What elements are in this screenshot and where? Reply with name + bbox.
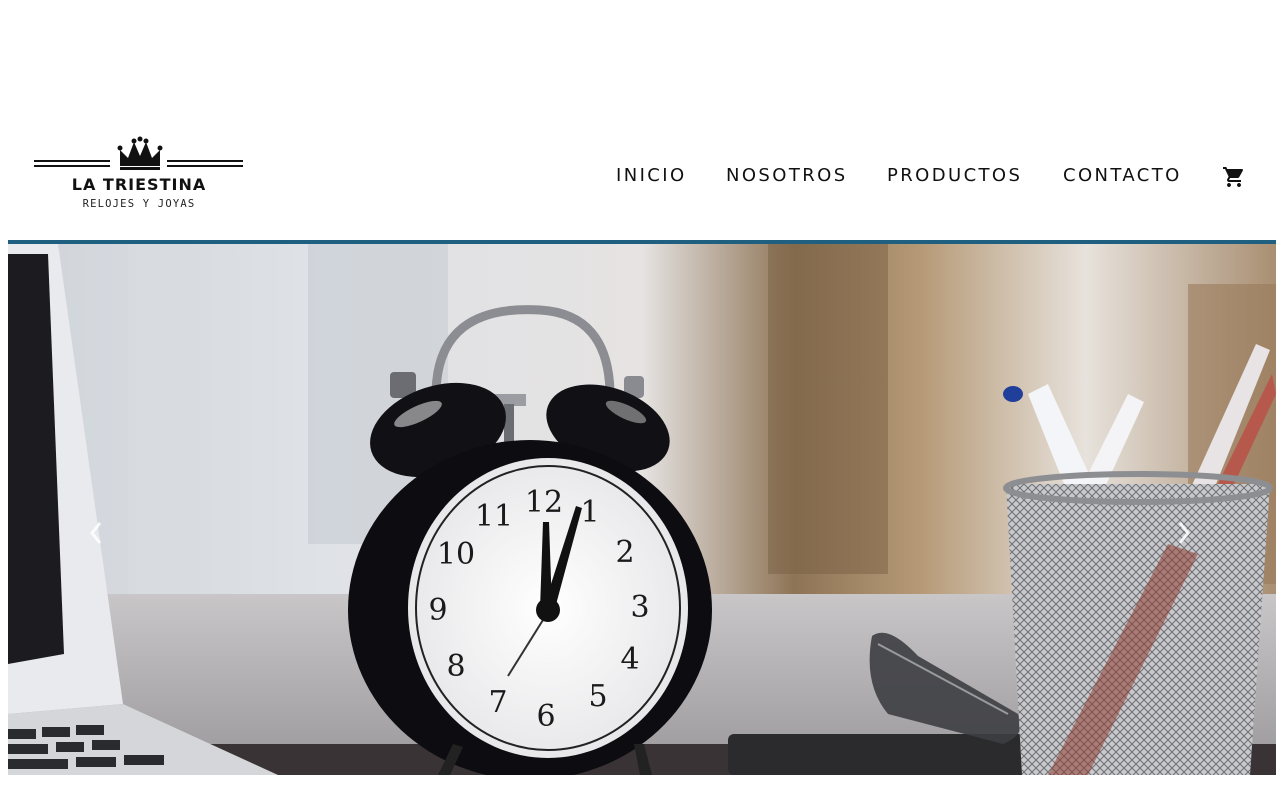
main-nav: INICIO NOSOTROS PRODUCTOS CONTACTO (0, 164, 1280, 188)
svg-text:12: 12 (525, 485, 563, 520)
logo-rule-right-1 (167, 160, 243, 162)
chevron-right-icon[interactable] (1172, 515, 1196, 551)
svg-text:1: 1 (580, 495, 599, 530)
hero-image: 12 1 2 3 4 5 6 7 8 9 10 11 (8, 244, 1276, 775)
svg-text:9: 9 (428, 593, 447, 628)
svg-text:4: 4 (620, 642, 639, 677)
site-header: LA TRIESTINA RELOJES Y JOYAS INICIO NOSO… (0, 0, 1280, 240)
hero-slider[interactable]: 12 1 2 3 4 5 6 7 8 9 10 11 (8, 240, 1276, 775)
logo-rule-left-1 (34, 160, 110, 162)
chevron-left-icon[interactable] (84, 515, 108, 551)
svg-text:7: 7 (488, 685, 507, 720)
svg-text:5: 5 (588, 679, 607, 714)
svg-text:10: 10 (437, 537, 475, 572)
nav-item-productos[interactable]: PRODUCTOS (887, 164, 1022, 188)
shopping-cart-icon[interactable] (1222, 165, 1246, 189)
nav-item-contacto[interactable]: CONTACTO (1063, 164, 1182, 188)
brand-tagline: RELOJES Y JOYAS (82, 198, 196, 210)
svg-text:3: 3 (630, 590, 649, 625)
svg-text:11: 11 (475, 499, 513, 534)
svg-text:6: 6 (536, 699, 555, 734)
svg-text:8: 8 (446, 649, 465, 684)
nav-item-inicio[interactable]: INICIO (616, 164, 687, 188)
svg-text:2: 2 (615, 535, 634, 570)
nav-item-nosotros[interactable]: NOSOTROS (726, 164, 848, 188)
